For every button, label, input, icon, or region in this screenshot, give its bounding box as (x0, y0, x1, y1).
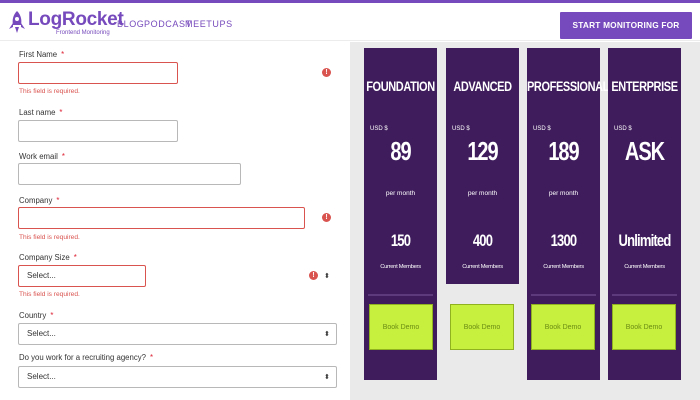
plan-divider (531, 294, 596, 296)
company-error: This field is required. (19, 234, 80, 241)
last-name-field[interactable] (18, 120, 178, 142)
plan-name: FOUNDATION (366, 79, 435, 95)
start-monitoring-button[interactable]: START MONITORING FOR FREE (560, 12, 692, 57)
nav-meetups[interactable]: MEETUPS (185, 19, 233, 29)
company-error-icon: ! (322, 213, 331, 222)
plan-name: ENTERPRISE (611, 79, 678, 95)
recruiting-caret-icon: ⬍ (324, 374, 330, 381)
recruiting-select[interactable]: Select... (18, 366, 337, 388)
first-name-error-icon: ! (322, 68, 331, 77)
plan-price: 129 (467, 137, 498, 167)
country-select[interactable]: Select... (18, 323, 337, 345)
plan-currency: USD $ (614, 126, 632, 132)
plan-members-label: Current Members (380, 264, 421, 270)
company-label: Company * (19, 196, 60, 205)
first-name-error: This field is required. (19, 88, 80, 95)
first-name-field[interactable] (18, 62, 178, 84)
plan-members-label: Current Members (624, 264, 665, 270)
book-demo-button-professional[interactable]: Book Demo (531, 304, 595, 350)
country-caret-icon: ⬍ (324, 331, 330, 338)
plan-divider (368, 294, 433, 296)
plan-members: 150 (390, 231, 411, 250)
plan-price: ASK (624, 137, 665, 167)
last-name-label: Last name * (19, 108, 63, 117)
company-size-error-icon: ! (309, 271, 318, 280)
logo-tagline: Frontend Monitoring (56, 30, 110, 36)
company-field[interactable] (18, 207, 305, 229)
plan-members: 1300 (550, 231, 578, 250)
company-size-error: This field is required. (19, 291, 80, 298)
plan-members: 400 (472, 231, 493, 250)
company-size-select[interactable]: Select... (18, 265, 146, 287)
plan-price: 189 (548, 137, 579, 167)
plan-name: ADVANCED (453, 79, 512, 95)
company-size-caret-icon: ⬍ (324, 273, 330, 280)
work-email-field[interactable] (18, 163, 241, 185)
work-email-label: Work email * (19, 152, 65, 161)
plan-period: per month (467, 190, 498, 197)
first-name-label: First Name * (19, 50, 65, 59)
recruiting-label: Do you work for a recruiting agency? * (19, 353, 154, 362)
plan-currency: USD $ (533, 126, 551, 132)
logo-wordmark[interactable]: LogRocket (28, 10, 124, 30)
company-size-label: Company Size * (19, 253, 77, 262)
plan-period: per month (385, 190, 416, 197)
rocket-logo-icon[interactable] (8, 10, 26, 34)
nav-blog[interactable]: BLOG (117, 19, 144, 29)
book-demo-button-enterprise[interactable]: Book Demo (612, 304, 676, 350)
plan-price: 89 (390, 137, 411, 167)
plan-card-advanced: ADVANCED USD $ 129 per month 400 Current… (446, 48, 519, 284)
book-demo-button-foundation[interactable]: Book Demo (369, 304, 433, 350)
plan-divider (612, 294, 677, 296)
plan-name: PROFESSIONAL (527, 79, 609, 95)
country-label: Country * (19, 311, 54, 320)
plan-members-label: Current Members (543, 264, 584, 270)
plan-members-label: Current Members (462, 264, 503, 270)
plan-members: Unlimited (618, 231, 671, 250)
plan-period: per month (548, 190, 579, 197)
signup-form: First Name * This field is required. ! La… (0, 42, 350, 400)
plan-currency: USD $ (370, 126, 388, 132)
book-demo-button-advanced[interactable]: Book Demo (450, 304, 514, 350)
plan-currency: USD $ (452, 126, 470, 132)
site-header: LogRocket Frontend Monitoring BLOG PODCA… (0, 3, 700, 57)
